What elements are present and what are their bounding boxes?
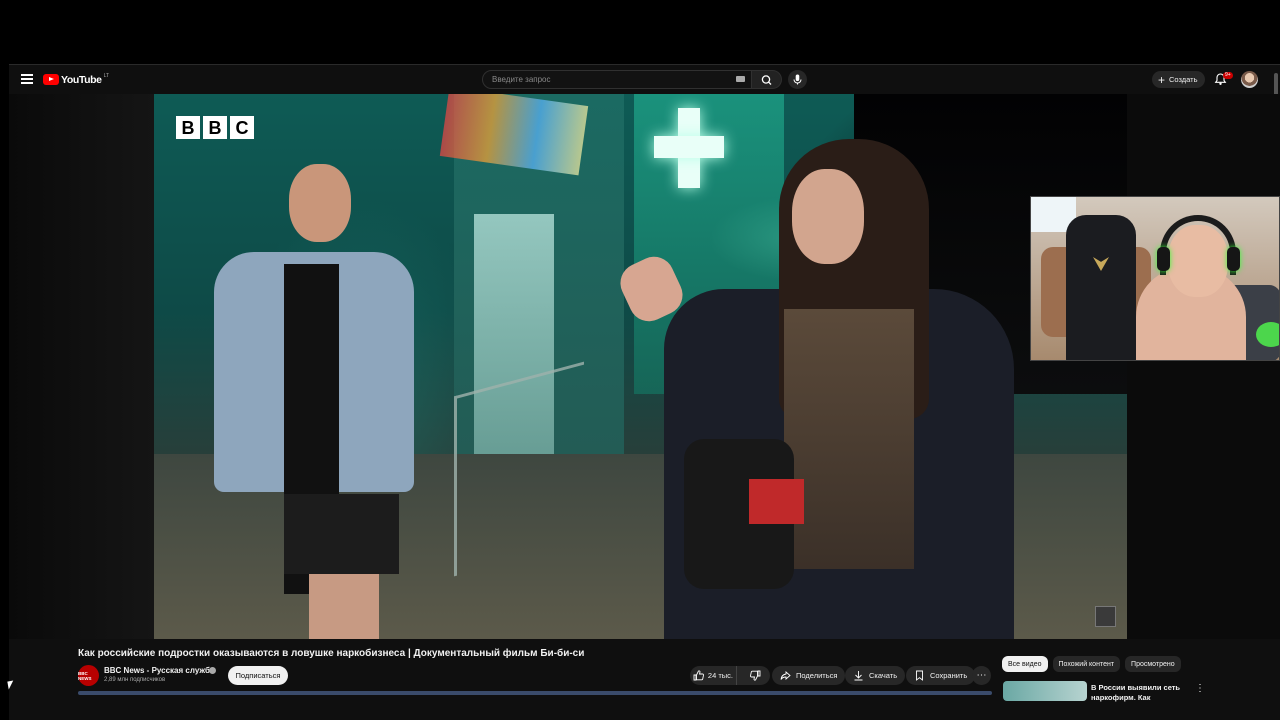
menu-icon[interactable] (21, 74, 33, 84)
keyboard-icon[interactable] (736, 76, 745, 82)
bbc-letter: B (176, 116, 200, 139)
search-box (482, 70, 752, 89)
like-dislike-group: 24 тыс. (690, 666, 770, 685)
screen: YouTube LT + Создать 9+ (0, 0, 1280, 720)
bookmark-icon (916, 670, 923, 681)
logo-text: YouTube (61, 73, 102, 86)
search-icon (761, 75, 772, 85)
bbc-logo: B B C (176, 116, 254, 139)
youtube-logo[interactable]: YouTube LT (43, 73, 109, 86)
recommendation-thumbnail[interactable] (1003, 681, 1087, 701)
video-frame[interactable]: B B C (154, 94, 1127, 639)
channel-name[interactable]: BBC News - Русская служба (104, 666, 214, 675)
more-horizontal-icon: ⋯ (976, 669, 987, 681)
download-button[interactable]: Скачать (845, 666, 906, 685)
notification-badge: 9+ (1223, 72, 1233, 79)
tab-all-videos[interactable]: Все видео (1002, 656, 1048, 672)
channel-watermark-icon[interactable] (1095, 606, 1116, 627)
logo-region: LT (103, 73, 110, 79)
streamer-webcam-overlay (1030, 196, 1280, 361)
description-box-edge[interactable] (78, 691, 992, 695)
recommendation-tabs: Все видео Похожий контент Просмотрено (1002, 656, 1181, 672)
like-count: 24 тыс. (707, 671, 733, 680)
plus-icon: + (1158, 72, 1166, 87)
share-button[interactable]: Поделиться (772, 666, 846, 685)
search-button[interactable] (752, 70, 782, 89)
dislike-button[interactable] (742, 670, 770, 681)
thumbs-up-icon (693, 670, 704, 681)
channel-avatar[interactable]: BBC NEWS (78, 665, 99, 686)
more-actions-button[interactable]: ⋯ (972, 666, 991, 685)
gaming-chair (1066, 215, 1136, 360)
share-label: Поделиться (796, 671, 838, 680)
verified-icon (209, 667, 216, 674)
subscriber-count: 2,89 млн подписчиков (104, 677, 166, 683)
like-button[interactable]: 24 тыс. (690, 666, 737, 685)
tab-related[interactable]: Похожий контент (1052, 656, 1121, 672)
thumbs-down-icon (750, 670, 761, 681)
save-label: Сохранить (930, 671, 968, 680)
bbc-letter: C (230, 116, 254, 139)
create-button[interactable]: + Создать (1152, 71, 1205, 88)
player-letterbox-right (1127, 94, 1280, 639)
video-player[interactable]: B B C (9, 94, 1280, 639)
recommendation-title[interactable]: В России выявили сеть наркофирм. Как вов… (1091, 683, 1186, 703)
more-vertical-icon[interactable]: ⋮ (1195, 683, 1205, 694)
young-man (174, 164, 434, 639)
tab-watched[interactable]: Просмотрено (1125, 656, 1181, 672)
search-input[interactable] (483, 71, 723, 88)
subscribe-button[interactable]: Подписаться (228, 666, 288, 685)
share-icon (780, 671, 791, 680)
account-avatar[interactable] (1241, 71, 1258, 88)
railing (454, 361, 584, 577)
mic-icon (793, 74, 802, 85)
player-letterbox-left (9, 94, 154, 639)
download-label: Скачать (869, 671, 898, 680)
save-button[interactable]: Сохранить (906, 666, 976, 685)
mouse-cursor-icon (7, 680, 15, 690)
download-icon (854, 671, 863, 681)
young-woman (613, 139, 1014, 639)
headset-icon (1160, 215, 1236, 275)
bbc-letter: B (203, 116, 227, 139)
youtube-play-icon (43, 74, 59, 85)
top-bar: YouTube LT + Создать 9+ (9, 65, 1280, 223)
create-label: Создать (1169, 75, 1198, 84)
youtube-page: YouTube LT + Создать 9+ (9, 64, 1280, 720)
video-title: Как российские подростки оказываются в л… (78, 648, 585, 659)
voice-search-button[interactable] (788, 70, 807, 89)
